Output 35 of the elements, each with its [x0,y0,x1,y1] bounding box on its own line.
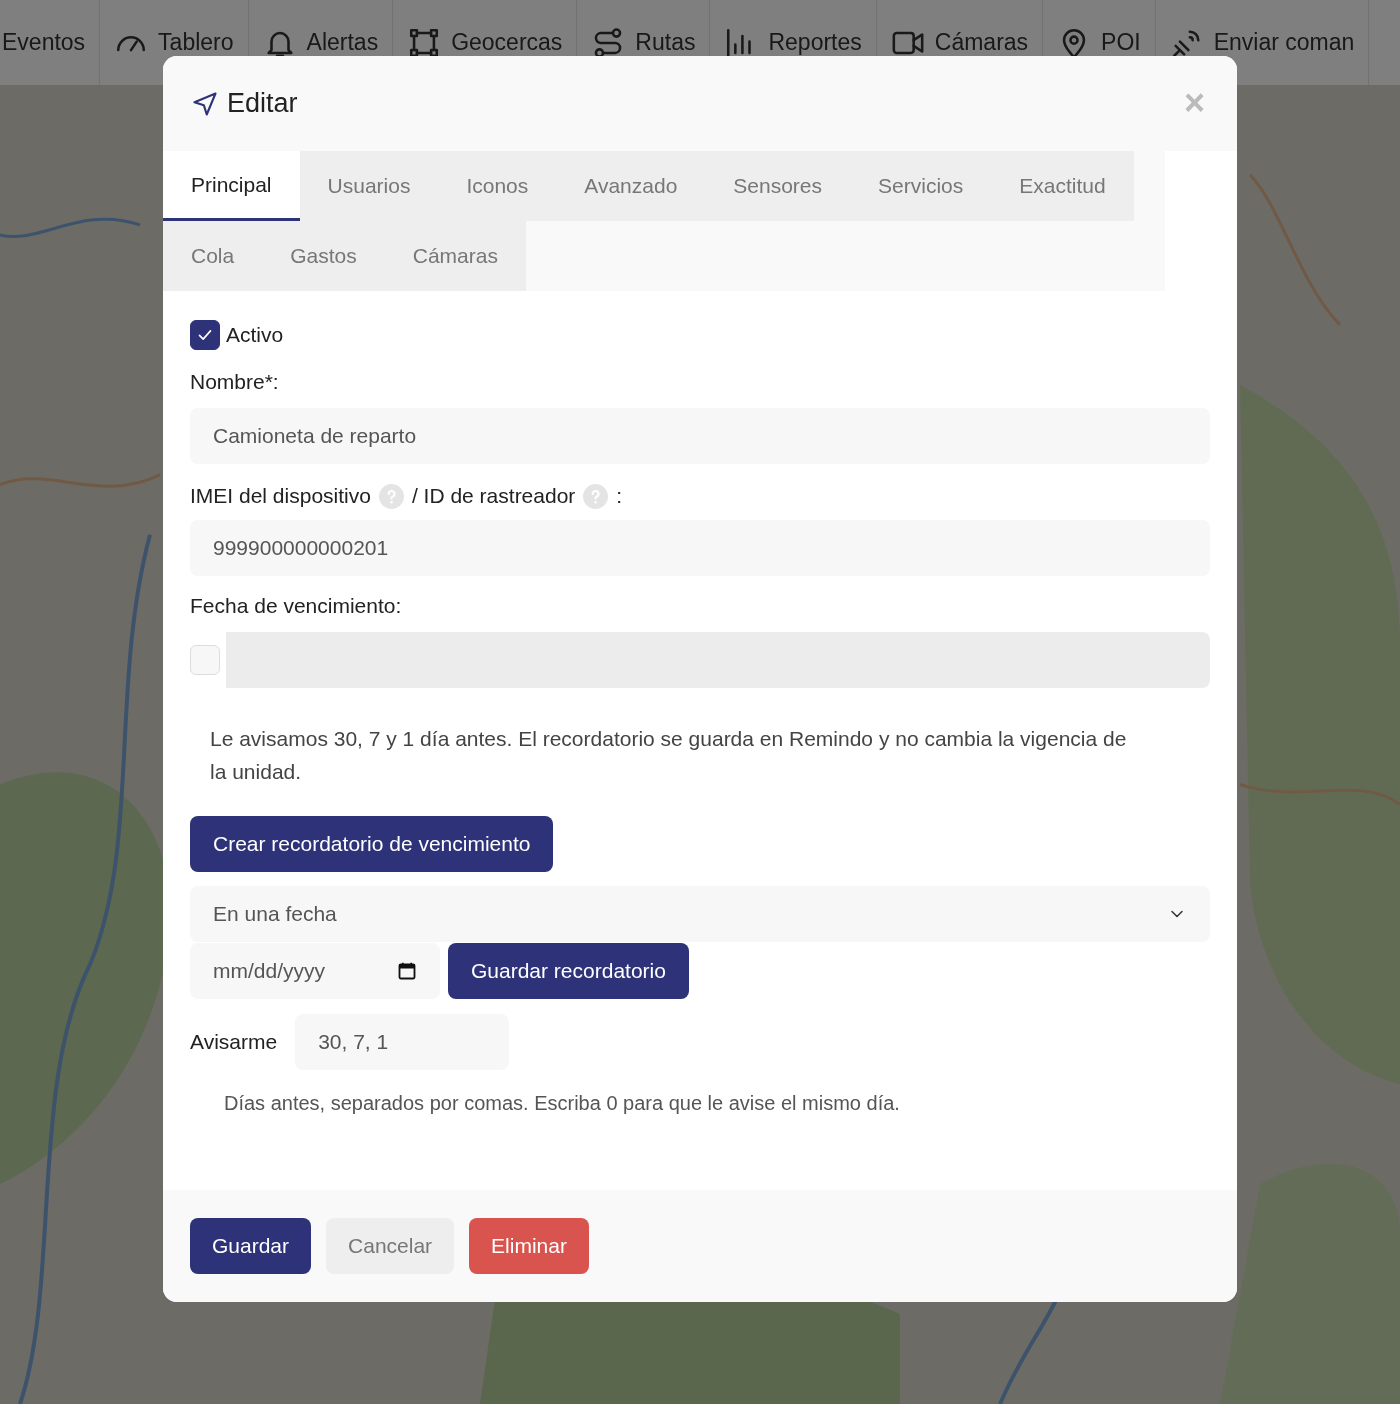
tab[interactable]: Iconos [438,151,557,221]
tab[interactable]: Cámaras [384,221,526,291]
checkbox-label: Activo [226,323,284,347]
dialog-title: Editar [227,88,298,119]
tab[interactable]: Usuarios [299,151,439,221]
field-label: IMEI del dispositivo [190,484,371,508]
calendar-icon[interactable] [397,961,417,981]
tab[interactable]: Gastos [262,221,385,291]
tab[interactable]: Servicios [850,151,992,221]
help-icon[interactable] [378,483,404,509]
tab[interactable]: Exactitud [991,151,1134,221]
help-text: Días antes, separados por comas. Escriba 0 para que le avise el mismo día. [223,1092,901,1115]
date-input[interactable]: mm/dd/yyyy [190,943,440,999]
create-reminder-button[interactable]: Crear recordatorio de vencimiento [190,816,554,872]
cancel-button[interactable]: Cancelar [326,1218,455,1274]
imei-field[interactable]: 999900000000201 [190,520,1210,576]
reminder-type-dropdown[interactable]: En una fecha [190,886,1210,942]
field-label: Nombre*: [190,370,280,395]
tab[interactable]: Principal [163,151,300,221]
field-label: / ID de rastreador [411,484,576,508]
save-button[interactable]: Guardar [190,1218,312,1274]
field-label: Fecha de vencimiento: [190,594,403,619]
days-field[interactable]: 30, 7, 1 [295,1014,510,1070]
tab[interactable]: Sensores [705,151,851,221]
field-label: Avisarme [190,1030,278,1054]
save-reminder-button[interactable]: Guardar recordatorio [448,943,689,999]
tab[interactable]: Avanzado [556,151,706,221]
delete-button[interactable]: Eliminar [469,1218,589,1274]
field-label: : [616,484,623,508]
info-text: Le avisamos 30, 7 y 1 día antes. El recordatorio se guarda en Remindo y no cambia la vigencia de la unidad. [209,726,1128,785]
send-icon [191,89,219,118]
help-icon[interactable] [583,483,609,509]
tab[interactable]: Cola [163,221,263,291]
name-field[interactable]: Camioneta de reparto [190,408,1210,464]
checkbox[interactable] [190,320,220,350]
